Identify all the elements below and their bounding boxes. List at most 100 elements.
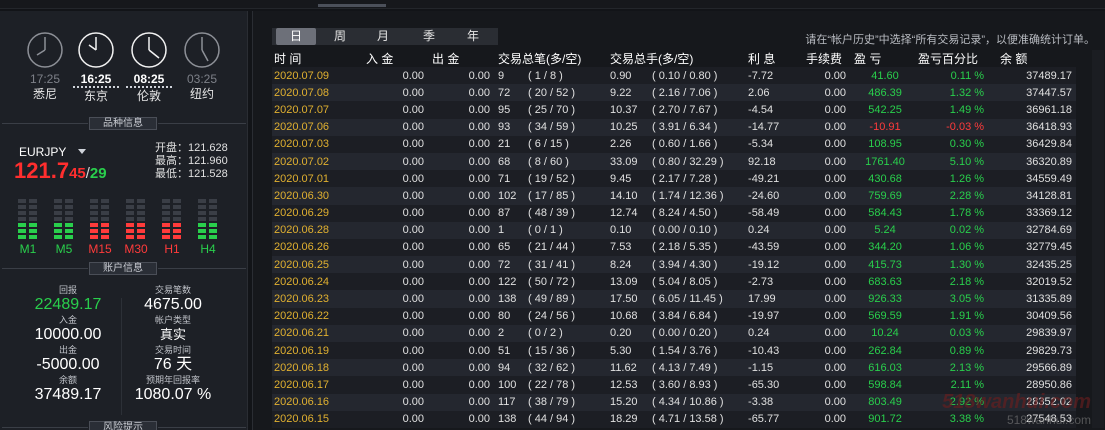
tab-2[interactable]: 月	[365, 28, 401, 45]
table-cell: 15.20	[610, 396, 638, 409]
timeframe-label[interactable]: H4	[192, 242, 224, 256]
table-cell: 1.32 %	[949, 86, 985, 99]
column-header[interactable]: 时 间	[272, 50, 364, 67]
column-header[interactable]: 交易总手(多/空)	[608, 50, 746, 67]
table-cell: ( 1.74 / 12.36 )	[652, 189, 724, 202]
tab-0[interactable]: 日	[276, 28, 316, 45]
table-cell: ( 15 / 36 )	[528, 344, 576, 357]
table-row[interactable]: 2020.06.22 0.00 0.00 80 ( 24 / 56 ) 10.68 ( 3.…	[272, 307, 1077, 325]
table-row[interactable]: 2020.06.30 0.00 0.00 102 ( 17 / 85 ) 14.10 ( 1…	[272, 187, 1077, 205]
table-cell: 0.00	[402, 378, 424, 391]
table-cell: 0.11 %	[950, 69, 985, 82]
table-row[interactable]: 2020.06.21 0.00 0.00 2 ( 0 / 2 ) 0.20 ( 0.00 /…	[272, 324, 1077, 342]
table-cell: 0.00	[402, 327, 424, 340]
table-cell: ( 4.13 / 7.49 )	[652, 361, 718, 374]
top-bar	[0, 0, 1105, 9]
table-cell: 0.00	[402, 121, 424, 134]
table-row[interactable]: 2020.06.25 0.00 0.00 72 ( 31 / 41 ) 8.24 ( 3.9…	[272, 256, 1077, 274]
table-cell: 0.00	[402, 138, 424, 151]
table-cell: ( 22 / 78 )	[528, 378, 576, 391]
table-cell: 0.00	[824, 275, 847, 288]
signal-bars-h4	[198, 199, 218, 241]
table-cell: 0.00	[402, 103, 424, 116]
period-tabs: 日周月季年	[272, 28, 498, 45]
table-cell: -2.73	[748, 275, 774, 288]
table-cell: 5.10 %	[949, 155, 985, 168]
table-row[interactable]: 2020.07.02 0.00 0.00 68 ( 8 / 60 ) 33.09 ( 0.8…	[272, 152, 1077, 171]
table-cell: ( 0.10 / 0.80 )	[652, 69, 718, 82]
timeframe-label[interactable]: M5	[48, 242, 80, 256]
hint-text: 请在“帐户历史”中选择“所有交易记录”，以便准确统计订单。	[805, 34, 1095, 46]
table-cell: 10.37	[610, 103, 638, 116]
table-cell: 32784.69	[1026, 224, 1073, 237]
table-row[interactable]: 2020.07.07 0.00 0.00 95 ( 25 / 70 ) 10.37 ( 2.…	[272, 101, 1077, 119]
column-header[interactable]: 利 息	[746, 50, 804, 67]
tab-4[interactable]: 年	[455, 28, 491, 45]
section-title: 账户信息	[89, 262, 157, 275]
column-header[interactable]: 出 金	[430, 50, 496, 67]
column-header[interactable]: 盈 亏	[852, 50, 916, 67]
table-cell: 0.00	[402, 155, 424, 168]
table-row[interactable]: 2020.07.08 0.00 0.00 72 ( 20 / 52 ) 9.22 ( 2.1…	[272, 84, 1077, 102]
timeframe-label[interactable]: M15	[84, 242, 116, 256]
scrollbar[interactable]	[1092, 50, 1104, 428]
table-cell: 2020.07.02	[274, 155, 330, 168]
table-cell: 0.00	[468, 361, 490, 374]
table-cell: ( 3.84 / 6.84 )	[652, 310, 718, 323]
table-row[interactable]: 2020.07.01 0.00 0.00 71 ( 19 / 52 ) 9.45 ( 2.1…	[272, 170, 1077, 188]
column-header[interactable]: 盈亏百分比	[916, 50, 998, 67]
column-header[interactable]: 交易总笔(多/空)	[496, 50, 608, 67]
table-cell: 803.49	[868, 396, 902, 409]
table-row[interactable]: 2020.07.06 0.00 0.00 93 ( 34 / 59 ) 10.25 ( 3.…	[272, 118, 1077, 136]
table-row[interactable]: 2020.06.19 0.00 0.00 51 ( 15 / 36 ) 5.30 ( 1.5…	[272, 342, 1077, 360]
table-cell: -10.43	[748, 344, 780, 357]
table-cell: 37489.17	[1026, 69, 1073, 82]
table-cell: 0.00	[402, 207, 424, 220]
table-cell: 0.00	[824, 396, 847, 409]
table-cell: 51	[498, 344, 511, 357]
timeframe-label[interactable]: H1	[156, 242, 188, 256]
table-cell: 0.30 %	[949, 138, 985, 151]
table-cell: 598.84	[868, 378, 902, 391]
table-row[interactable]: 2020.06.29 0.00 0.00 87 ( 48 / 39 ) 12.74 ( 8.…	[272, 204, 1077, 222]
timeframe-label[interactable]: M1	[12, 242, 44, 256]
table-cell: ( 34 / 59 )	[528, 121, 576, 134]
table-row[interactable]: 2020.06.26 0.00 0.00 65 ( 21 / 44 ) 7.53 ( 2.1…	[272, 238, 1077, 257]
table-cell: 0.00	[824, 413, 847, 426]
watermark: 518wanhui.com	[942, 391, 1091, 413]
table-cell: 0.00	[824, 155, 847, 168]
table-cell: 0.00	[468, 121, 490, 134]
table-cell: 1761.40	[865, 155, 905, 168]
column-header[interactable]: 余 额	[998, 50, 1076, 67]
table-row[interactable]: 2020.06.23 0.00 0.00 138 ( 49 / 89 ) 17.50 ( 6…	[272, 290, 1077, 308]
table-cell: 3.05 %	[949, 293, 985, 306]
open-value: 121.628	[188, 142, 228, 154]
table-cell: 0.00	[824, 121, 847, 134]
signal-bars-h1	[162, 199, 182, 241]
table-cell: ( 49 / 89 )	[528, 293, 576, 306]
table-row[interactable]: 2020.06.28 0.00 0.00 1 ( 0 / 1 ) 0.10 ( 0.00 /…	[272, 221, 1077, 239]
table-row[interactable]: 2020.07.03 0.00 0.00 21 ( 6 / 15 ) 2.26 ( 0.60…	[272, 135, 1077, 153]
table-row[interactable]: 2020.07.09 0.00 0.00 9 ( 1 / 8 ) 0.90 ( 0.10 /…	[272, 67, 1077, 85]
table-cell: 0.03 %	[949, 327, 985, 340]
tab-3[interactable]: 季	[411, 28, 447, 45]
table-cell: ( 3.60 / 8.93 )	[652, 378, 718, 391]
timeframe-label[interactable]: M30	[120, 242, 152, 256]
tab-1[interactable]: 周	[322, 28, 358, 45]
table-cell: 0.00	[824, 103, 847, 116]
symbol-selector[interactable]: EURJPY	[19, 145, 66, 159]
table-cell: -19.97	[748, 310, 780, 323]
clock-icon	[27, 32, 63, 68]
table-cell: -65.30	[748, 378, 780, 391]
table-row[interactable]: 2020.06.24 0.00 0.00 122 ( 50 / 72 ) 13.09 ( 5…	[272, 273, 1077, 291]
table-cell: 138	[498, 413, 517, 426]
table-row[interactable]: 2020.06.18 0.00 0.00 94 ( 32 / 62 ) 11.62 ( 4.…	[272, 359, 1077, 377]
column-header[interactable]: 入 金	[364, 50, 430, 67]
high-row: 最高：121.960	[155, 155, 228, 167]
table-cell: 117	[498, 396, 516, 409]
table-cell: 36429.84	[1026, 138, 1073, 151]
chevron-down-icon[interactable]	[78, 149, 86, 154]
table-cell: 2020.06.30	[274, 189, 330, 202]
table-cell: 1.30 %	[949, 258, 985, 271]
column-header[interactable]: 手续费	[804, 50, 852, 67]
